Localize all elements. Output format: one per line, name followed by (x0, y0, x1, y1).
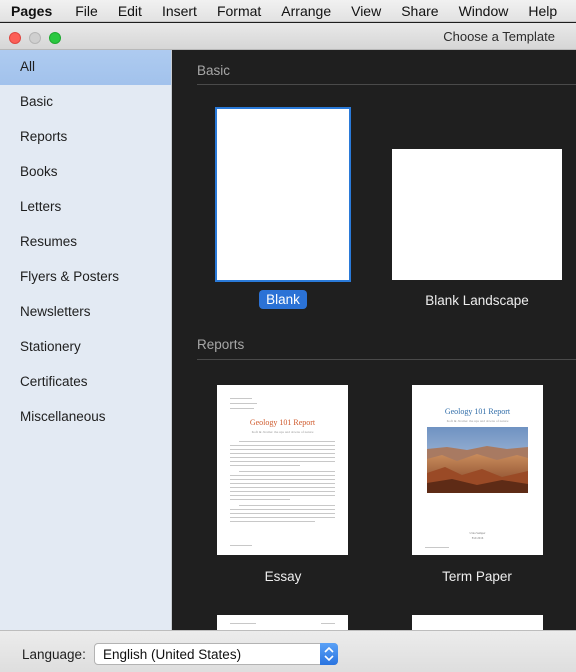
template-thumbnail-report[interactable] (412, 615, 543, 630)
doc-text-line (239, 441, 335, 443)
sidebar-item-label: Newsletters (20, 304, 91, 319)
language-value: English (United States) (103, 647, 242, 662)
template-thumbnail-research-paper[interactable] (217, 615, 348, 630)
template-gallery: Basic Blank Blank Landscape Reports Geol… (173, 50, 576, 630)
doc-text-line (230, 495, 335, 497)
menu-insert[interactable]: Insert (152, 3, 207, 19)
menu-bar: Pages File Edit Insert Format Arrange Vi… (0, 0, 576, 22)
sidebar-item-label: Certificates (20, 374, 88, 389)
doc-text-line (230, 465, 300, 467)
minimize-window-button[interactable] (29, 32, 41, 44)
template-thumbnail-blank-landscape[interactable] (392, 149, 562, 280)
category-sidebar: All Basic Reports Books Letters Resumes … (0, 50, 172, 630)
doc-footer-line (425, 547, 449, 549)
window-title-bar: Choose a Template (0, 23, 576, 50)
doc-text-line (230, 461, 335, 463)
sidebar-item-label: Letters (20, 199, 62, 214)
menu-format[interactable]: Format (207, 3, 271, 19)
sidebar-item-books[interactable]: Books (0, 155, 171, 190)
sidebar-item-basic[interactable]: Basic (0, 85, 171, 120)
sidebar-item-label: Books (20, 164, 58, 179)
sidebar-item-stationery[interactable]: Stationery (0, 330, 171, 365)
menu-edit[interactable]: Edit (108, 3, 152, 19)
zoom-window-button[interactable] (49, 32, 61, 44)
sidebar-item-miscellaneous[interactable]: Miscellaneous (0, 400, 171, 435)
close-window-button[interactable] (9, 32, 21, 44)
sidebar-item-certificates[interactable]: Certificates (0, 365, 171, 400)
doc-text-line (230, 483, 335, 485)
doc-text-line (239, 471, 335, 473)
essay-doc-subtitle: Kofi & Jicama: the ups and downs of natu… (251, 430, 314, 434)
sidebar-item-letters[interactable]: Letters (0, 190, 171, 225)
doc-text-line (230, 509, 335, 511)
doc-text-line (230, 499, 290, 501)
sidebar-item-label: Basic (20, 94, 54, 109)
doc-text-line (230, 491, 335, 493)
term-paper-doc-subtitle: Kofi & Jicama: the ups and downs of natu… (446, 419, 509, 423)
sidebar-item-resumes[interactable]: Resumes (0, 225, 171, 260)
sidebar-item-label: Miscellaneous (20, 409, 106, 424)
section-divider (197, 84, 576, 85)
sidebar-item-label: Reports (20, 129, 68, 144)
term-paper-doc-title: Geology 101 Report (444, 407, 511, 416)
language-bar: Language: English (United States) (0, 630, 576, 672)
doc-text-line (230, 457, 335, 459)
sidebar-item-label: All (20, 59, 36, 74)
template-label-text: Blank (259, 290, 307, 309)
template-label-blank-landscape[interactable]: Blank Landscape (387, 293, 567, 308)
doc-text-line (230, 521, 315, 523)
sidebar-item-newsletters[interactable]: Newsletters (0, 295, 171, 330)
doc-header-line (321, 623, 335, 625)
doc-text-line (230, 453, 335, 455)
essay-doc-title: Geology 101 Report (249, 418, 316, 427)
doc-meta-line (230, 403, 257, 405)
doc-text-line (230, 449, 335, 451)
template-thumbnail-blank[interactable] (215, 107, 351, 282)
doc-footer-line (230, 545, 252, 547)
doc-meta-line (230, 398, 252, 400)
language-label: Language: (22, 647, 86, 662)
menu-file[interactable]: File (65, 3, 108, 19)
section-header-basic: Basic (197, 63, 231, 78)
template-thumbnail-term-paper[interactable]: Geology 101 Report Kofi & Jicama: the up… (412, 385, 543, 555)
template-label-term-paper[interactable]: Term Paper (387, 569, 567, 584)
template-thumbnail-essay[interactable]: Geology 101 Report Kofi & Jicama: the up… (217, 385, 348, 555)
section-divider (197, 359, 576, 360)
window-title: Choose a Template (443, 29, 555, 44)
doc-header-line (230, 623, 256, 625)
doc-text-line (230, 445, 335, 447)
section-header-reports: Reports (197, 337, 245, 352)
template-label-essay[interactable]: Essay (193, 569, 373, 584)
sidebar-item-reports[interactable]: Reports (0, 120, 171, 155)
doc-text-line (230, 487, 335, 489)
menu-window[interactable]: Window (449, 3, 519, 19)
doc-text-line (230, 513, 335, 515)
popup-chevron-icon[interactable] (320, 643, 338, 665)
doc-text-line (230, 479, 335, 481)
term-paper-author: Urna Semper (469, 531, 486, 535)
sidebar-item-label: Resumes (20, 234, 78, 249)
sidebar-item-label: Stationery (20, 339, 81, 354)
sidebar-item-flyers-posters[interactable]: Flyers & Posters (0, 260, 171, 295)
menu-app-pages[interactable]: Pages (0, 3, 65, 19)
doc-text-line (239, 505, 335, 507)
doc-text-line (230, 475, 335, 477)
sidebar-item-label: Flyers & Posters (20, 269, 120, 284)
menu-arrange[interactable]: Arrange (271, 3, 341, 19)
menu-help[interactable]: Help (518, 3, 567, 19)
doc-meta-line (230, 408, 254, 410)
term-paper-date: Fall 2016 (471, 536, 484, 540)
canyon-photo (427, 427, 528, 493)
doc-text-line (230, 517, 335, 519)
template-label-blank[interactable]: Blank (193, 290, 373, 309)
menu-view[interactable]: View (341, 3, 391, 19)
language-popup[interactable]: English (United States) (94, 643, 338, 665)
menu-share[interactable]: Share (391, 3, 448, 19)
sidebar-item-all[interactable]: All (0, 50, 171, 85)
